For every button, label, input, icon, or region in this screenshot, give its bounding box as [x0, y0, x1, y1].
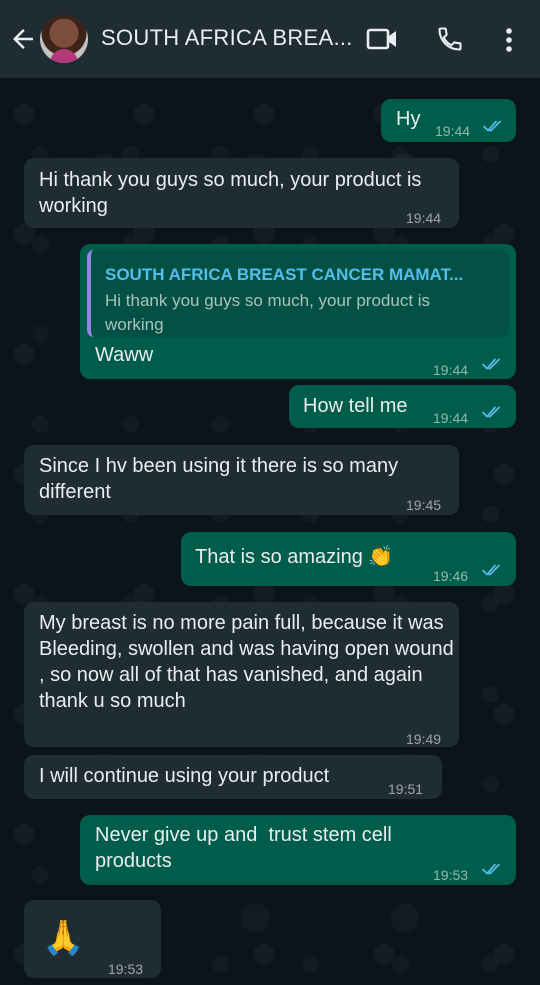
message-bubble-incoming[interactable]: My breast is no more pain full, because …: [24, 602, 459, 747]
quoted-text: Hi thank you guys so much, your product …: [105, 291, 431, 334]
message-bubble-outgoing[interactable]: Hy 19:44: [381, 99, 516, 142]
message-bubble-incoming[interactable]: 🙏 19:53: [24, 900, 161, 978]
chat-header: SOUTH AFRICA BREA...: [0, 0, 540, 78]
message-text: Hi thank you guys so much, your product …: [39, 169, 422, 217]
back-arrow-icon[interactable]: [8, 22, 38, 56]
read-ticks-icon: [482, 406, 500, 418]
message-text: Waww: [95, 344, 154, 366]
message-time: 19:44: [433, 362, 469, 378]
quoted-message[interactable]: SOUTH AFRICA BREAST CANCER MAMAT... Hi t…: [87, 250, 509, 337]
message-time: 19:51: [388, 781, 424, 797]
message-bubble-outgoing[interactable]: Never give up and trust stem cell produc…: [80, 815, 516, 885]
message-time: 19:46: [433, 568, 469, 584]
chat-title[interactable]: SOUTH AFRICA BREA...: [101, 25, 353, 51]
read-ticks-icon: [483, 120, 501, 132]
voice-call-icon[interactable]: [436, 25, 464, 53]
message-bubble-incoming[interactable]: Hi thank you guys so much, your product …: [24, 158, 459, 228]
message-emoji: 🙏: [42, 919, 85, 957]
message-time: 19:53: [433, 867, 469, 883]
read-ticks-icon: [482, 863, 500, 875]
message-time: 19:53: [108, 961, 144, 977]
message-bubble-outgoing[interactable]: That is so amazing 👏 19:46: [181, 532, 516, 586]
message-text: I will continue using your product: [39, 765, 330, 787]
read-ticks-icon: [482, 358, 500, 370]
message-bubble-outgoing-reply[interactable]: SOUTH AFRICA BREAST CANCER MAMAT... Hi t…: [80, 244, 516, 379]
message-time: 19:44: [433, 410, 469, 426]
avatar-figure: [50, 49, 78, 63]
video-call-icon[interactable]: [366, 26, 398, 52]
quoted-author: SOUTH AFRICA BREAST CANCER MAMAT...: [105, 265, 464, 284]
message-text: Since I hv been using it there is so man…: [39, 455, 399, 503]
message-bubble-incoming[interactable]: Since I hv been using it there is so man…: [24, 445, 459, 515]
message-text: How tell me: [303, 395, 408, 417]
message-text: Never give up and trust stem cell produc…: [95, 824, 398, 872]
avatar[interactable]: [40, 15, 88, 63]
message-text: My breast is no more pain full, because …: [39, 612, 454, 712]
message-bubble-outgoing[interactable]: How tell me 19:44: [289, 385, 516, 428]
message-time: 19:44: [435, 123, 471, 139]
message-time: 19:49: [406, 731, 442, 747]
read-ticks-icon: [482, 564, 500, 576]
message-bubble-incoming[interactable]: I will continue using your product 19:51: [24, 755, 442, 799]
message-time: 19:45: [406, 497, 442, 513]
more-options-icon[interactable]: [499, 26, 519, 54]
message-time: 19:44: [406, 210, 442, 226]
message-text: Hy: [396, 108, 421, 130]
message-text: That is so amazing 👏: [195, 546, 394, 568]
